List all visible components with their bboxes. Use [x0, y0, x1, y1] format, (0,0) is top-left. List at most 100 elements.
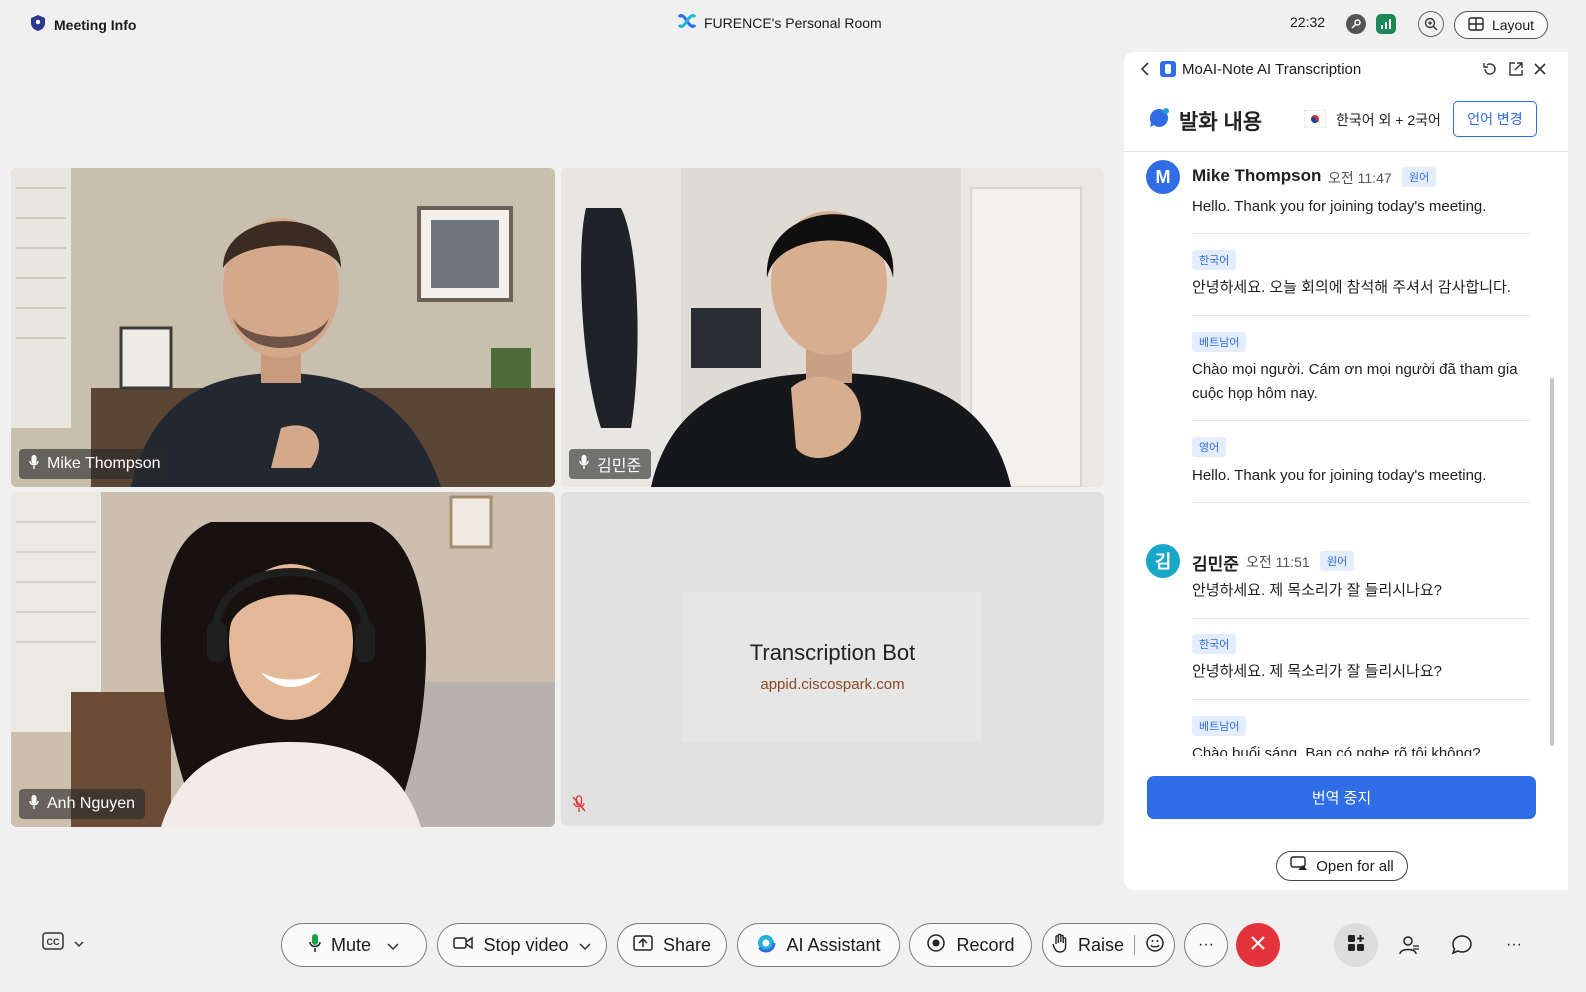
share-screen-icon	[1290, 856, 1308, 876]
bot-placeholder	[681, 592, 981, 742]
divider	[1192, 233, 1530, 234]
participant-name: Mike Thompson	[47, 455, 161, 472]
video-tile-transcription-bot[interactable]: Transcription Bot appid.ciscospark.com	[561, 492, 1104, 826]
transcript-list: M Mike Thompson 오전 11:47 원어 Hello. Thank…	[1124, 154, 1568, 756]
speaker-name: Mike Thompson	[1192, 166, 1322, 185]
close-icon[interactable]	[1531, 60, 1549, 78]
divider	[1192, 315, 1530, 316]
layout-grid-icon	[1468, 16, 1484, 34]
moai-note-logo-icon	[1159, 60, 1177, 78]
chevron-down-icon[interactable]	[387, 935, 399, 956]
language-badge: 한국어	[1192, 634, 1237, 654]
microphone-icon	[29, 794, 39, 815]
avatar: 김	[1146, 544, 1180, 578]
section-title: 발화 내용	[1179, 111, 1263, 134]
scrollbar[interactable]	[1550, 378, 1554, 746]
key-icon[interactable]	[1346, 14, 1366, 34]
microphone-icon	[579, 454, 589, 475]
raise-hand-icon	[1052, 933, 1068, 958]
video-camera-icon	[453, 935, 474, 956]
microphone-icon	[29, 454, 39, 475]
language-badge: 베트남어	[1192, 716, 1247, 736]
original-badge: 원어	[1402, 167, 1437, 187]
apps-grid-icon	[1346, 933, 1366, 958]
language-badge: 한국어	[1192, 250, 1237, 270]
stop-video-button[interactable]: Stop video	[437, 923, 607, 967]
stop-translation-button[interactable]: 번역 중지	[1147, 776, 1536, 819]
divider	[1192, 618, 1530, 619]
language-label: 한국어 외 + 2국어	[1336, 112, 1441, 128]
closed-captions-button[interactable]: CC	[42, 932, 84, 955]
record-label: Record	[956, 934, 1015, 955]
language-badge: 영어	[1192, 437, 1227, 457]
room-title: FURENCE's Personal Room	[677, 14, 882, 31]
mute-label: Mute	[330, 934, 372, 955]
open-for-all-button[interactable]: Open for all	[1276, 851, 1408, 881]
avatar: M	[1146, 160, 1180, 194]
share-label: Share	[662, 934, 712, 955]
panel-header: MoAI-Note AI Transcription	[1124, 52, 1568, 86]
shield-icon	[30, 14, 46, 35]
clock: 22:32	[1290, 14, 1326, 30]
video-tile-mike-thompson[interactable]: Mike Thompson	[11, 168, 555, 487]
closed-captions-icon: CC	[42, 932, 64, 955]
divider	[1192, 420, 1530, 421]
open-for-all-label: Open for all	[1316, 857, 1394, 875]
emoji-reaction-icon[interactable]	[1145, 933, 1165, 958]
participants-icon[interactable]	[1395, 931, 1423, 959]
chevron-down-icon[interactable]	[579, 935, 591, 956]
ai-assistant-button[interactable]: AI Assistant	[737, 923, 900, 967]
share-button[interactable]: Share	[617, 923, 727, 967]
original-text: 안녕하세요. 제 목소리가 잘 들리시나요?	[1192, 582, 1442, 599]
record-icon	[926, 933, 946, 958]
participant-video	[561, 168, 1104, 487]
participant-video	[11, 168, 555, 487]
chevron-down-icon	[74, 935, 84, 953]
transcript-subheader: 발화 내용 한국어 외 + 2국어 언어 변경	[1124, 96, 1568, 152]
microphone-icon	[309, 933, 321, 958]
participant-name: 김민준	[597, 458, 642, 475]
stop-video-label: Stop video	[483, 934, 569, 955]
muted-microphone-icon	[571, 795, 587, 818]
bot-name: Transcription Bot	[749, 640, 916, 665]
korea-flag-icon	[1303, 109, 1327, 133]
record-button[interactable]: Record	[909, 923, 1032, 967]
close-icon	[1250, 935, 1266, 956]
end-call-button[interactable]	[1236, 923, 1280, 967]
webex-logo-icon	[677, 14, 697, 31]
pop-out-icon[interactable]	[1507, 60, 1525, 78]
chat-icon[interactable]	[1448, 931, 1476, 959]
transcription-panel: MoAI-Note AI Transcription 발화 내용 한국어 외 +…	[1124, 52, 1568, 890]
original-badge: 원어	[1320, 551, 1355, 571]
zoom-icon[interactable]	[1418, 11, 1444, 37]
participant-name: Anh Nguyen	[47, 795, 136, 812]
apps-button[interactable]	[1334, 923, 1378, 967]
refresh-icon[interactable]	[1481, 60, 1499, 78]
raise-label: Raise	[1077, 934, 1125, 955]
message-time: 오전 11:47	[1328, 170, 1392, 186]
mute-button[interactable]: Mute	[281, 923, 427, 967]
change-language-button[interactable]: 언어 변경	[1453, 101, 1537, 137]
room-title-text: FURENCE's Personal Room	[704, 14, 882, 31]
speaker-name: 김민준	[1192, 555, 1239, 574]
svg-text:CC: CC	[47, 937, 60, 947]
meeting-info-button[interactable]: Meeting Info	[30, 14, 136, 35]
translation-text: 안녕하세요. 제 목소리가 잘 들리시나요?	[1192, 663, 1442, 680]
layout-label: Layout	[1491, 17, 1535, 33]
bot-url: appid.ciscospark.com	[760, 676, 905, 693]
name-tag-anh-nguyen: Anh Nguyen	[19, 789, 146, 819]
video-tile-anh-nguyen[interactable]: Anh Nguyen	[11, 492, 555, 827]
participant-video	[11, 492, 555, 827]
layout-button[interactable]: Layout	[1454, 11, 1548, 39]
name-tag-kim-minjun: 김민준	[569, 449, 652, 479]
message-time: 오전 11:51	[1246, 554, 1310, 570]
signal-stats-icon[interactable]	[1376, 14, 1396, 34]
raise-hand-button[interactable]: Raise	[1042, 923, 1175, 967]
ai-assistant-icon	[756, 933, 776, 958]
more-menu-icon[interactable]: ···	[1500, 931, 1528, 959]
more-options-button[interactable]: ···	[1184, 923, 1228, 967]
top-bar: Meeting Info FURENCE's Personal Room 22:…	[0, 0, 1586, 48]
video-tile-kim-minjun[interactable]: 김민준	[561, 168, 1104, 487]
back-chevron-icon[interactable]	[1136, 60, 1154, 78]
language-badge: 베트남어	[1192, 332, 1247, 352]
